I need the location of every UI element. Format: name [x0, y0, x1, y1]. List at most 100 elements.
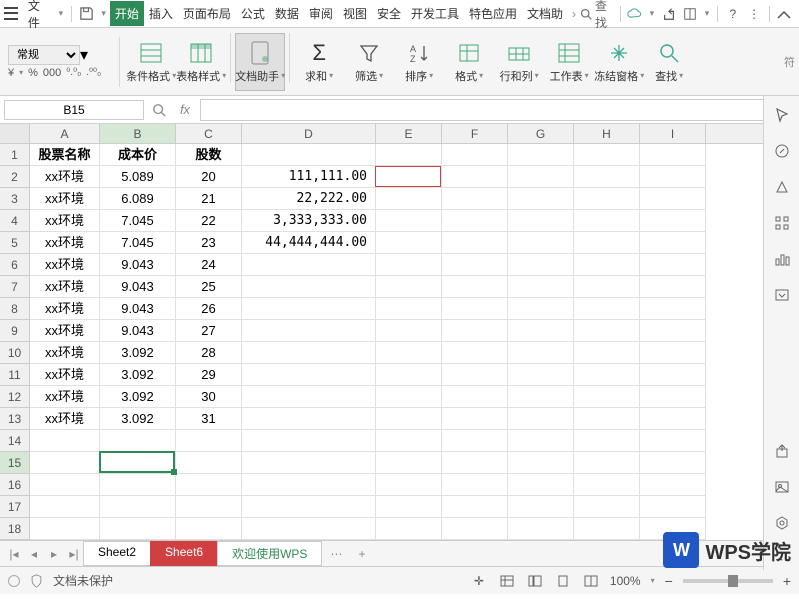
- tab-9[interactable]: 特色应用: [464, 1, 522, 26]
- cell-A12[interactable]: xx环境: [30, 386, 100, 408]
- cell-C11[interactable]: 29: [176, 364, 242, 386]
- sheet-tab[interactable]: Sheet2: [83, 541, 151, 566]
- cell-C16[interactable]: [176, 474, 242, 496]
- cell-A14[interactable]: [30, 430, 100, 452]
- cloud-icon[interactable]: [626, 4, 643, 24]
- cell-G13[interactable]: [508, 408, 574, 430]
- cell-A15[interactable]: [30, 452, 100, 474]
- cursor-icon[interactable]: [771, 104, 793, 126]
- cell-D18[interactable]: [242, 518, 376, 540]
- cell-H10[interactable]: [574, 342, 640, 364]
- cell-I15[interactable]: [640, 452, 706, 474]
- tab-4[interactable]: 数据: [270, 1, 304, 26]
- tab-8[interactable]: 开发工具: [406, 1, 464, 26]
- tab-5[interactable]: 审阅: [304, 1, 338, 26]
- table-style-button[interactable]: 表格样式▾: [176, 33, 226, 91]
- cell-D5[interactable]: 44,444,444.00: [242, 232, 376, 254]
- cell-I18[interactable]: [640, 518, 706, 540]
- name-box[interactable]: [4, 100, 144, 120]
- sheet-nav-next[interactable]: ▸: [44, 547, 64, 561]
- cell-I8[interactable]: [640, 298, 706, 320]
- cell-A9[interactable]: xx环境: [30, 320, 100, 342]
- zoom-slider[interactable]: [683, 579, 773, 583]
- row-header[interactable]: 2: [0, 166, 30, 188]
- cell-F12[interactable]: [442, 386, 508, 408]
- more-icon[interactable]: ⋮: [745, 4, 762, 24]
- rows-cols-button[interactable]: 行和列▾: [494, 33, 544, 91]
- cell-I3[interactable]: [640, 188, 706, 210]
- col-header-G[interactable]: G: [508, 124, 574, 143]
- zoom-in-button[interactable]: +: [783, 573, 791, 589]
- cell-B7[interactable]: 9.043: [100, 276, 176, 298]
- cell-I16[interactable]: [640, 474, 706, 496]
- cell-A8[interactable]: xx环境: [30, 298, 100, 320]
- freeze-button[interactable]: 冻结窗格▾: [594, 33, 644, 91]
- doc-assist-button[interactable]: 文档助手▾: [235, 33, 285, 91]
- cell-C8[interactable]: 26: [176, 298, 242, 320]
- cell-I7[interactable]: [640, 276, 706, 298]
- row-header[interactable]: 11: [0, 364, 30, 386]
- cell-I2[interactable]: [640, 166, 706, 188]
- cell-I4[interactable]: [640, 210, 706, 232]
- row-header[interactable]: 12: [0, 386, 30, 408]
- cond-fmt-button[interactable]: 条件格式▾: [126, 33, 176, 91]
- sheet-tab[interactable]: 欢迎使用WPS: [217, 541, 322, 566]
- cell-C2[interactable]: 20: [176, 166, 242, 188]
- row-header[interactable]: 3: [0, 188, 30, 210]
- cell-F13[interactable]: [442, 408, 508, 430]
- cell-D1[interactable]: [242, 144, 376, 166]
- cell-D7[interactable]: [242, 276, 376, 298]
- chevron-down-icon[interactable]: ▾: [101, 8, 106, 19]
- row-header[interactable]: 8: [0, 298, 30, 320]
- cell-C5[interactable]: 23: [176, 232, 242, 254]
- comma-button[interactable]: 000: [43, 67, 61, 79]
- row-header[interactable]: 6: [0, 254, 30, 276]
- cell-D15[interactable]: [242, 452, 376, 474]
- cell-C13[interactable]: 31: [176, 408, 242, 430]
- app-icon[interactable]: [681, 4, 698, 24]
- help-icon[interactable]: ?: [724, 4, 741, 24]
- add-sheet-button[interactable]: +: [350, 547, 373, 561]
- cell-B16[interactable]: [100, 474, 176, 496]
- cell-E16[interactable]: [376, 474, 442, 496]
- cell-F15[interactable]: [442, 452, 508, 474]
- style-icon[interactable]: [771, 176, 793, 198]
- cell-C7[interactable]: 25: [176, 276, 242, 298]
- cell-C3[interactable]: 21: [176, 188, 242, 210]
- cell-H6[interactable]: [574, 254, 640, 276]
- cell-G17[interactable]: [508, 496, 574, 518]
- cell-A5[interactable]: xx环境: [30, 232, 100, 254]
- cell-B12[interactable]: 3.092: [100, 386, 176, 408]
- cell-D3[interactable]: 22,222.00: [242, 188, 376, 210]
- cell-H5[interactable]: [574, 232, 640, 254]
- cell-D12[interactable]: [242, 386, 376, 408]
- record-icon[interactable]: [8, 575, 20, 587]
- cell-H13[interactable]: [574, 408, 640, 430]
- cell-E2[interactable]: [376, 166, 442, 188]
- cell-G12[interactable]: [508, 386, 574, 408]
- page-view-icon[interactable]: [526, 572, 544, 590]
- cell-G6[interactable]: [508, 254, 574, 276]
- tab-0[interactable]: 开始: [110, 1, 144, 26]
- cell-C1[interactable]: 股数: [176, 144, 242, 166]
- cell-C9[interactable]: 27: [176, 320, 242, 342]
- row-header[interactable]: 17: [0, 496, 30, 518]
- zoom-out-button[interactable]: −: [665, 573, 673, 589]
- tab-10[interactable]: 文档助: [522, 1, 568, 26]
- cell-E17[interactable]: [376, 496, 442, 518]
- layout-view-icon[interactable]: [554, 572, 572, 590]
- cell-A1[interactable]: 股票名称: [30, 144, 100, 166]
- cell-F16[interactable]: [442, 474, 508, 496]
- percent-button[interactable]: %: [28, 67, 38, 79]
- sheet-tab[interactable]: Sheet6: [150, 541, 218, 566]
- cell-B11[interactable]: 3.092: [100, 364, 176, 386]
- cell-F5[interactable]: [442, 232, 508, 254]
- cell-B1[interactable]: 成本价: [100, 144, 176, 166]
- cell-H11[interactable]: [574, 364, 640, 386]
- cell-A3[interactable]: xx环境: [30, 188, 100, 210]
- cell-G15[interactable]: [508, 452, 574, 474]
- sheet-nav-last[interactable]: ▸|: [64, 547, 84, 561]
- row-header[interactable]: 1: [0, 144, 30, 166]
- zoom-slider-knob[interactable]: [728, 575, 738, 587]
- chevron-down-icon[interactable]: ▾: [705, 8, 710, 19]
